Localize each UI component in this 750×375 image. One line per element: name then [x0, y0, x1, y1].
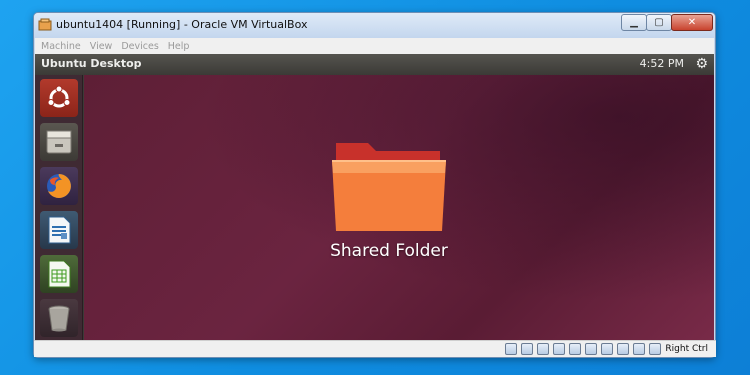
audio-icon[interactable]	[537, 343, 550, 355]
firefox-icon[interactable]	[40, 167, 78, 205]
usb-icon[interactable]	[569, 343, 582, 355]
ubuntu-logo-icon	[47, 85, 71, 108]
panel-title: Ubuntu Desktop	[41, 57, 142, 70]
ubuntu-top-panel: Ubuntu Desktop 4:52 PM ⚙	[35, 54, 714, 75]
panel-clock[interactable]: 4:52 PM	[640, 57, 684, 70]
unity-launcher	[35, 75, 83, 354]
mouse-integration-icon[interactable]	[633, 343, 646, 355]
network-icon[interactable]	[553, 343, 566, 355]
vbox-statusbar: Right Ctrl	[34, 340, 716, 357]
display-icon[interactable]	[601, 343, 614, 355]
optical-drive-icon[interactable]	[521, 343, 534, 355]
maximize-icon: ▢	[654, 16, 664, 28]
dash-home-icon[interactable]	[40, 79, 78, 117]
menu-view[interactable]: View	[90, 41, 113, 52]
menu-help[interactable]: Help	[168, 41, 190, 52]
trash-icon[interactable]	[40, 299, 78, 337]
menu-machine[interactable]: Machine	[41, 41, 81, 52]
hard-disk-icon[interactable]	[505, 343, 518, 355]
libreoffice-writer-icon[interactable]	[40, 211, 78, 249]
close-icon: ✕	[687, 16, 697, 28]
virtualbox-window: ubuntu1404 [Running] - Oracle VM Virtual…	[33, 12, 716, 358]
spreadsheet-icon	[48, 260, 71, 288]
close-button[interactable]: ✕	[671, 14, 713, 31]
maximize-button[interactable]: ▢	[646, 14, 672, 31]
minimize-icon: ▁	[630, 16, 638, 28]
libreoffice-calc-icon[interactable]	[40, 255, 78, 293]
menubar: Machine View Devices Help	[35, 38, 714, 54]
window-title: ubuntu1404 [Running] - Oracle VM Virtual…	[56, 18, 308, 31]
firefox-logo-icon	[47, 174, 71, 198]
gear-icon[interactable]: ⚙	[695, 56, 708, 72]
trash-bin-icon	[48, 305, 70, 332]
virtualbox-app-icon[interactable]	[38, 18, 52, 32]
document-icon	[48, 216, 71, 244]
ubuntu-desktop[interactable]: Shared Folder	[84, 75, 714, 354]
capture-icon[interactable]	[617, 343, 630, 355]
host-key-label: Right Ctrl	[665, 344, 708, 354]
filing-cabinet-icon	[46, 130, 72, 154]
files-icon[interactable]	[40, 123, 78, 161]
guest-screen[interactable]: Ubuntu Desktop 4:52 PM ⚙ Shared Folder	[35, 54, 714, 354]
menu-devices[interactable]: Devices	[121, 41, 158, 52]
minimize-button[interactable]: ▁	[621, 14, 647, 31]
shared-folder-icon[interactable]	[326, 139, 452, 235]
shared-folder-label[interactable]: Shared Folder	[284, 241, 494, 261]
shared-folders-icon[interactable]	[585, 343, 598, 355]
host-key-arrow-icon[interactable]	[649, 343, 662, 355]
window-controls: ▁ ▢ ✕	[621, 14, 713, 31]
window-titlebar[interactable]: ubuntu1404 [Running] - Oracle VM Virtual…	[34, 13, 715, 38]
